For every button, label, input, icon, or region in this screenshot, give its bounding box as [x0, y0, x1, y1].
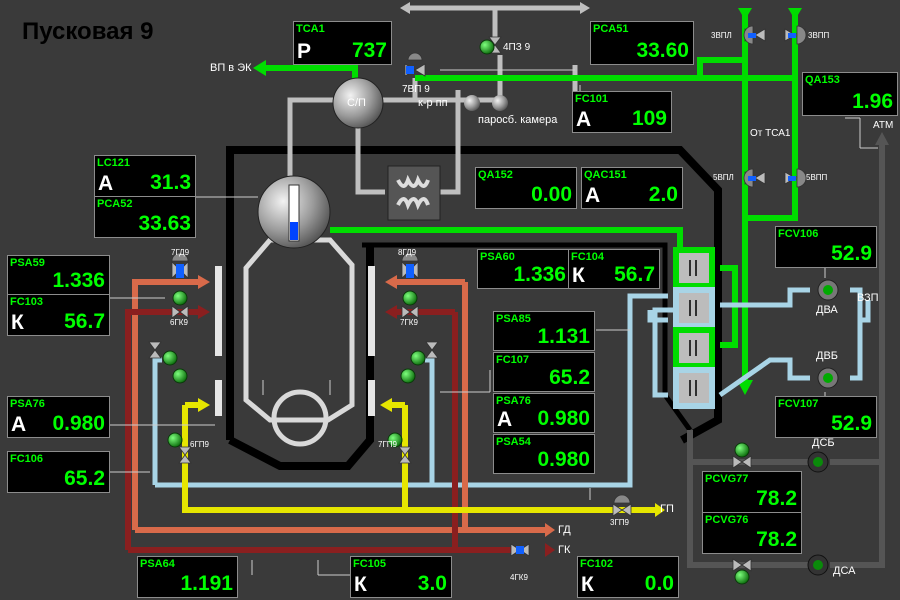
instrument-psa54[interactable]: PSA54 0.980 — [493, 434, 595, 474]
instrument-psa59[interactable]: PSA59 1.336 — [7, 255, 110, 295]
instrument-psa76-left[interactable]: PSA76 А 0.980 — [7, 396, 110, 438]
label-dsb: ДСБ — [812, 437, 835, 449]
instrument-fcv107[interactable]: FCV107 52.9 — [775, 396, 877, 438]
instrument-fc104[interactable]: FC104 К 56.7 — [568, 249, 660, 289]
label-krpp: к-р пп — [418, 97, 448, 109]
instrument-qa152[interactable]: QA152 0.00 — [475, 167, 577, 209]
label-sp: С/П — [347, 97, 366, 109]
label-dvb: ДВБ — [816, 350, 839, 362]
instrument-psa60[interactable]: PSA60 1.336 — [477, 249, 571, 289]
label-3vpp: 3ВПП — [808, 31, 830, 40]
label-gp: ГП — [660, 503, 674, 515]
label-6gk9: 6ГК9 — [170, 318, 188, 327]
instrument-fc103[interactable]: FC103 К 56.7 — [7, 294, 110, 336]
instrument-fc102[interactable]: FC102 К 0.0 — [577, 556, 679, 598]
label-dsa: ДСА — [833, 565, 856, 577]
instrument-psa85[interactable]: PSA85 1.131 — [493, 311, 595, 351]
label-dva: ДВА — [816, 304, 838, 316]
label-7vp9: 7ВП 9 — [402, 84, 430, 95]
instrument-qac151[interactable]: QAC151 А 2.0 — [581, 167, 683, 209]
label-3gp9: 3ГП9 — [610, 518, 629, 527]
label-atm: АТМ — [873, 120, 894, 131]
boiler-wall-bottom — [228, 245, 374, 470]
instrument-pcvg77[interactable]: PCVG77 78.2 — [702, 471, 802, 513]
heat-exchanger — [387, 165, 441, 221]
label-4pz9: 4ПЗ 9 — [503, 42, 531, 53]
label-4gk9: 4ГК9 — [510, 573, 528, 582]
label-gd: ГД — [558, 524, 571, 536]
screen-title: Пусковая 9 — [22, 18, 154, 45]
label-7gk9: 7ГК9 — [400, 318, 418, 327]
economizer-2 — [673, 287, 715, 329]
economizer-4 — [673, 367, 715, 409]
instrument-psa76-right[interactable]: PSA76 А 0.980 — [493, 393, 595, 433]
instrument-fc105[interactable]: FC105 К 3.0 — [350, 556, 452, 598]
label-vp-ek: ВП в ЭК — [210, 62, 252, 74]
instrument-fcv106[interactable]: FCV106 52.9 — [775, 226, 877, 268]
label-5vpl: 5ВПЛ — [713, 173, 734, 182]
instrument-lc121[interactable]: LC121 А 31.3 — [94, 155, 196, 197]
instrument-fc106[interactable]: FC106 65.2 — [7, 451, 110, 493]
mnemonic-screen: Пусковая 9 TCA1 Р 737 PCA51 33.60 FC101 А 109… — [0, 0, 900, 600]
economizer-1 — [673, 247, 715, 289]
label-6gp9: 6ГП9 — [190, 440, 209, 449]
label-gk: ГК — [558, 544, 571, 556]
instrument-pcvg76[interactable]: PCVG76 78.2 — [702, 512, 802, 554]
label-ot-tca1: От ТСА1 — [750, 128, 791, 139]
economizer-3 — [673, 327, 715, 369]
instrument-psa64[interactable]: PSA64 1.191 — [137, 556, 238, 598]
label-5vpp: 5ВПП — [806, 173, 828, 182]
label-7gd9: 7ГД9 — [171, 248, 190, 257]
instrument-fc107[interactable]: FC107 65.2 — [493, 352, 595, 392]
instrument-pca51[interactable]: PCA51 33.60 — [590, 21, 694, 65]
instrument-fc101[interactable]: FC101 А 109 — [572, 91, 672, 133]
instrument-tca1[interactable]: TCA1 Р 737 — [293, 21, 392, 65]
label-vzp: ВЗП — [857, 292, 879, 304]
label-3vpl: 3ВПЛ — [711, 31, 732, 40]
label-8gd9: 8ГД9 — [398, 248, 417, 257]
label-7gp9: 7ГП9 — [378, 440, 397, 449]
label-parosb: паросб. камера — [478, 114, 558, 126]
instrument-qa153[interactable]: QA153 1.96 — [802, 72, 898, 116]
instrument-pca52[interactable]: PCA52 33.63 — [94, 196, 196, 238]
